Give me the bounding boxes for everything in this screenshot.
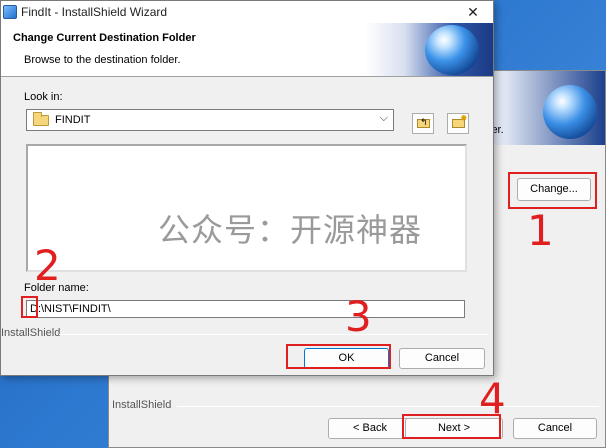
folder-icon — [33, 112, 49, 126]
up-arrow-icon: ↰ — [420, 117, 428, 127]
annotation-box-drive — [21, 296, 38, 318]
annotation-number-3: 3 — [345, 292, 372, 341]
lookin-value: FINDIT — [55, 114, 91, 126]
back-button[interactable]: < Back — [328, 418, 412, 439]
annotation-number-1: 1 — [527, 206, 554, 255]
new-folder-button[interactable]: ✸ — [447, 113, 469, 134]
annotation-number-4: 4 — [479, 374, 506, 423]
background-cancel-button[interactable]: Cancel — [513, 418, 597, 439]
watermark-text: 公众号：开源神器 — [158, 211, 423, 249]
header-title: Change Current Destination Folder — [13, 32, 196, 44]
change-folder-dialog: FindIt - InstallShield Wizard ✕ Change C… — [0, 0, 494, 376]
installshield-label: InstallShield — [1, 327, 61, 339]
sparkle-icon: ✸ — [460, 113, 468, 123]
lookin-dropdown[interactable]: FINDIT ⌵ — [26, 109, 394, 131]
dialog-separator — [59, 334, 488, 335]
globe-icon — [543, 85, 597, 139]
cancel-button[interactable]: Cancel — [399, 348, 485, 369]
folder-name-input[interactable]: D:\NIST\FINDIT\ — [26, 300, 465, 318]
dialog-titlebar[interactable]: FindIt - InstallShield Wizard ✕ — [1, 1, 493, 23]
annotation-box-ok — [286, 344, 391, 369]
dialog-header-banner: Change Current Destination Folder Browse… — [1, 23, 493, 77]
background-installshield-label: InstallShield — [112, 399, 172, 411]
globe-icon — [425, 25, 479, 75]
up-folder-button[interactable]: ↰ — [412, 113, 434, 134]
app-icon — [3, 5, 17, 19]
header-subtitle: Browse to the destination folder. — [24, 54, 181, 66]
close-icon[interactable]: ✕ — [453, 1, 493, 23]
dialog-title: FindIt - InstallShield Wizard — [21, 5, 168, 19]
annotation-box-change — [508, 172, 597, 209]
chevron-down-icon[interactable]: ⌵ — [380, 112, 388, 125]
lookin-label: Look in: — [24, 91, 63, 103]
annotation-number-2: 2 — [34, 241, 61, 290]
background-separator — [177, 406, 599, 407]
